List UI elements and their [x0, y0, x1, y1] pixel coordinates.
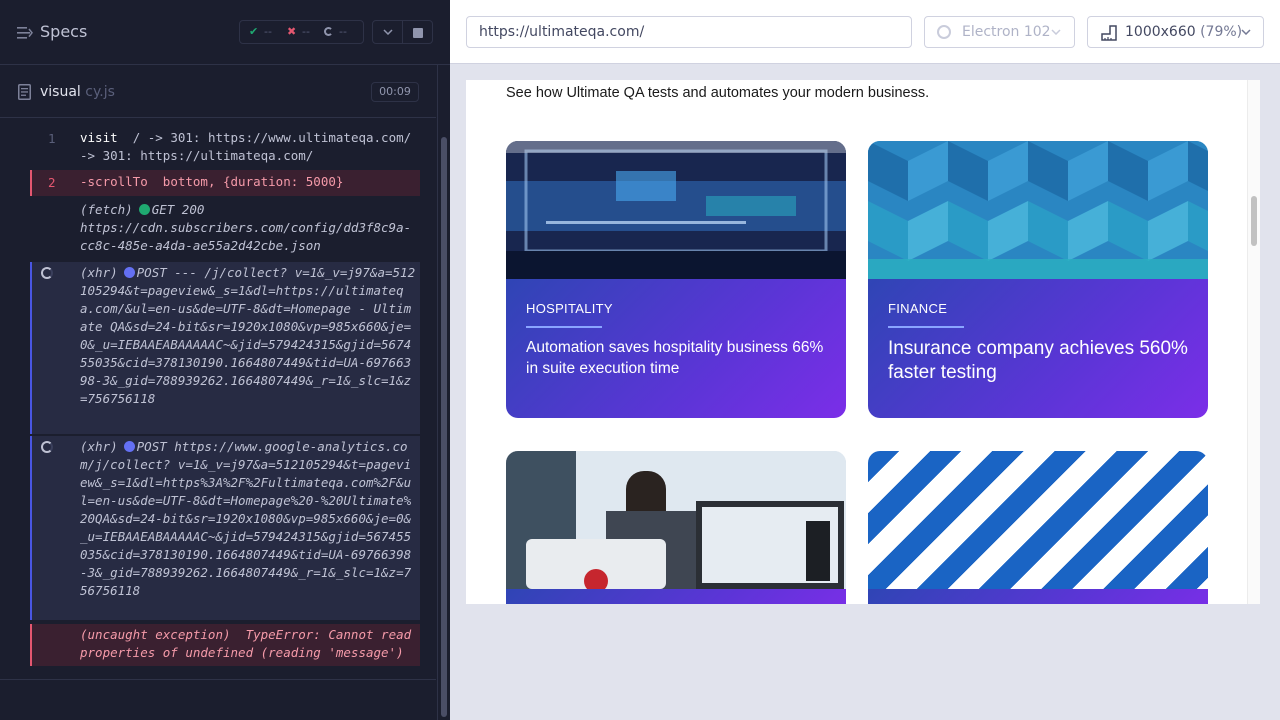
- spec-header: visual cy.js 00:09: [0, 66, 436, 118]
- aut-panel: https://ultimateqa.com/ Electron 102 100…: [450, 0, 1280, 720]
- command-uncaught-exception[interactable]: (uncaught exception) TypeError: Cannot r…: [30, 624, 420, 666]
- scrollbar-thumb[interactable]: [441, 137, 447, 717]
- specs-list-icon[interactable]: [17, 26, 33, 40]
- command-message: v=1&_v=j97&a=512105294&t=pageview&_s=1&d…: [80, 457, 412, 598]
- card-title[interactable]: Insurance company achieves 560% faster t…: [888, 337, 1188, 385]
- command-status: POST --- /j/collect?: [136, 265, 288, 280]
- command-message: bottom, {duration: 5000}: [162, 174, 344, 189]
- loading-spinner-icon: [41, 441, 53, 453]
- cube-pattern-image: [868, 141, 1208, 279]
- command-name: (uncaught exception): [80, 627, 231, 642]
- ruler-icon: [1101, 25, 1117, 41]
- application-under-test: See how Ultimate QA tests and automates …: [466, 80, 1260, 604]
- passed-count: --: [264, 25, 272, 38]
- command-name: visit: [80, 130, 118, 145]
- office-worker-image: [506, 451, 846, 589]
- chevron-down-icon: [1241, 29, 1251, 35]
- card-divider: [526, 326, 602, 328]
- card-divider: [888, 326, 964, 328]
- stop-icon: [413, 28, 423, 38]
- url-field[interactable]: https://ultimateqa.com/: [466, 16, 912, 48]
- command-text: (fetch) GET 200 https://cdn.subscribers.co…: [80, 201, 415, 255]
- failed-cross-icon: ✖: [287, 25, 297, 38]
- command-name: (xhr): [80, 439, 118, 454]
- card-body: [868, 589, 1208, 604]
- browser-toolbar: https://ultimateqa.com/ Electron 102 100…: [450, 0, 1280, 64]
- case-study-card[interactable]: [506, 451, 846, 604]
- command-text: visit / -> 301: https://www.ultimateqa.c…: [80, 129, 415, 165]
- card-category: FINANCE: [888, 301, 948, 316]
- card-body: FINANCE Insurance company achieves 560% …: [868, 279, 1208, 418]
- command-text: -scrollTo bottom, {duration: 5000}: [80, 173, 343, 191]
- card-body: [506, 589, 846, 604]
- command-status: GET 200: [151, 202, 205, 217]
- viewport-selector[interactable]: 1000x660 (79%): [1087, 16, 1264, 48]
- card-category: HOSPITALITY: [526, 301, 613, 316]
- command-name: (xhr): [80, 265, 118, 280]
- command-xhr[interactable]: (xhr) POST https://www.google-analytics.c…: [30, 436, 420, 620]
- card-body: HOSPITALITY Automation saves hospitality…: [506, 279, 846, 418]
- command-visit[interactable]: 1 visit / -> 301: https://www.ultimateqa…: [30, 128, 420, 166]
- command-message: https://cdn.subscribers.com/config/dd3f8…: [80, 220, 412, 253]
- command-message: / -> 301: https://www.ultimateqa.com/ ->…: [80, 130, 412, 163]
- browser-selector[interactable]: Electron 102: [924, 16, 1075, 48]
- chevron-down-icon: [1051, 29, 1061, 35]
- toggle-auto-scroll-button[interactable]: [372, 20, 403, 44]
- divider: [0, 679, 436, 680]
- case-study-card[interactable]: HOSPITALITY Automation saves hospitality…: [506, 141, 846, 418]
- aut-scrollbar[interactable]: [1247, 80, 1260, 604]
- viewport-scale: (79%): [1200, 24, 1243, 40]
- intro-text: See how Ultimate QA tests and automates …: [506, 85, 930, 101]
- command-xhr[interactable]: (xhr) POST --- /j/collect? v=1&_v=j97&a=5…: [30, 262, 420, 434]
- case-study-card[interactable]: [868, 451, 1208, 604]
- loading-spinner-icon: [41, 267, 53, 279]
- striped-pattern-image: [868, 451, 1208, 589]
- spec-duration: 00:09: [371, 82, 419, 102]
- pending-count: --: [339, 25, 347, 38]
- spec-file-name: visual cy.js: [40, 84, 115, 100]
- viewport-size: 1000x660: [1125, 24, 1196, 40]
- command-number: 1: [48, 131, 56, 146]
- spec-name-text: visual: [40, 84, 81, 100]
- reporter-header: Specs ✔ -- ✖ -- --: [0, 0, 450, 65]
- browser-label: Electron 102: [962, 24, 1051, 40]
- chevron-down-icon: [383, 29, 393, 35]
- spec-ext-text: cy.js: [80, 84, 115, 100]
- status-dot-icon: [123, 267, 135, 278]
- command-text: (xhr) POST https://www.google-analytics.c…: [80, 438, 418, 600]
- file-icon: [18, 84, 31, 100]
- stop-button[interactable]: [403, 20, 433, 44]
- command-name: (fetch): [80, 202, 133, 217]
- status-dot-icon: [123, 441, 135, 452]
- status-dot-icon: [138, 204, 150, 215]
- passed-check-icon: ✔: [249, 25, 259, 38]
- command-text: (uncaught exception) TypeError: Cannot r…: [80, 626, 418, 662]
- electron-icon: [937, 25, 951, 39]
- viewport-label: 1000x660 (79%): [1125, 24, 1242, 40]
- case-study-card[interactable]: FINANCE Insurance company achieves 560% …: [868, 141, 1208, 418]
- card-title[interactable]: Automation saves hospitality business 66…: [526, 337, 826, 379]
- command-number: 2: [48, 175, 56, 190]
- command-scrollto-failed[interactable]: 2 -scrollTo bottom, {duration: 5000}: [30, 170, 420, 196]
- test-stats: ✔ -- ✖ -- --: [239, 20, 364, 44]
- tech-screen-image: [506, 141, 846, 279]
- reporter-panel: Specs ✔ -- ✖ -- -- visual cy.js 00:09 1 …: [0, 0, 450, 720]
- specs-title[interactable]: Specs: [40, 22, 87, 41]
- command-message: v=1&_v=j97&a=512105294&t=pageview&_s=1&d…: [80, 265, 416, 406]
- command-text: (xhr) POST --- /j/collect? v=1&_v=j97&a=5…: [80, 264, 418, 408]
- command-name: -scrollTo: [80, 174, 148, 189]
- scrollbar-thumb[interactable]: [1251, 196, 1257, 246]
- reporter-scrollbar[interactable]: [437, 65, 450, 720]
- pending-spinner-icon: [324, 27, 333, 36]
- failed-count: --: [302, 25, 310, 38]
- command-fetch[interactable]: (fetch) GET 200 https://cdn.subscribers.co…: [30, 200, 420, 260]
